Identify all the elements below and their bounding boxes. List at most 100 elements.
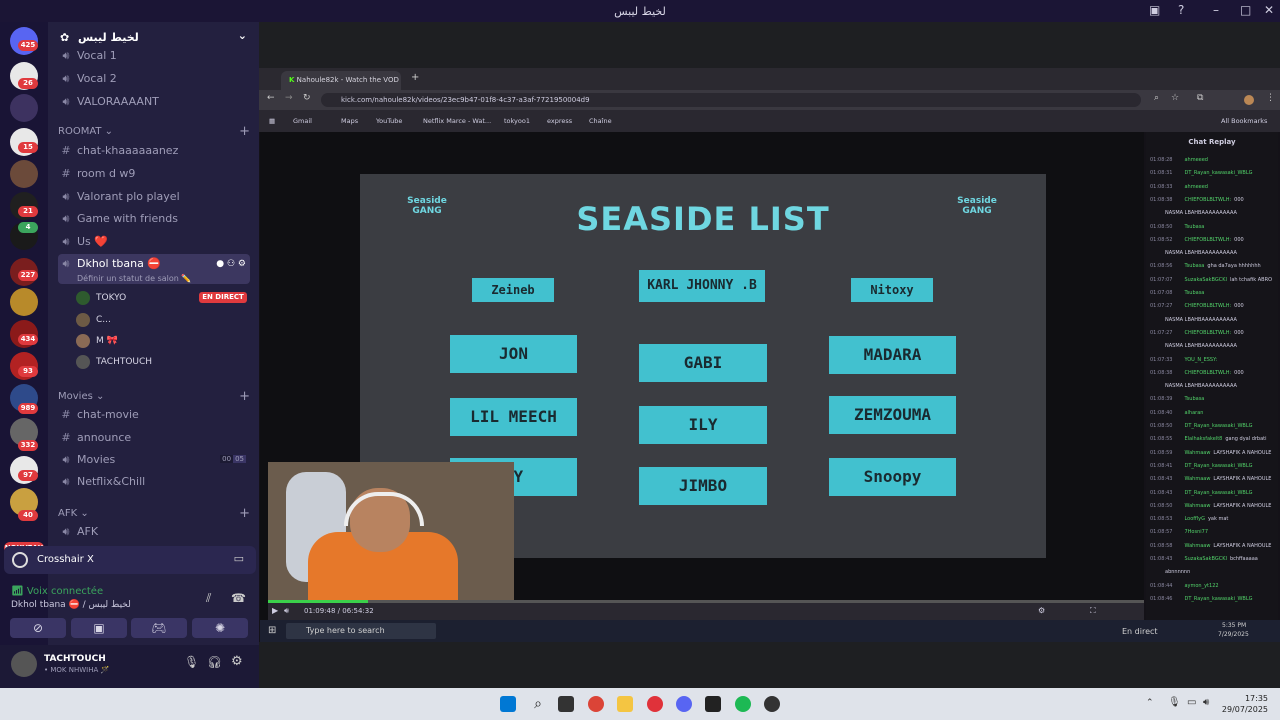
- close-icon[interactable]: ✕: [1264, 3, 1274, 17]
- search-icon[interactable]: ⌕: [1154, 93, 1159, 103]
- add-member-icon[interactable]: ⚇: [227, 259, 235, 269]
- chat-user[interactable]: DT_Rayan_kawasaki_WBLG: [1184, 596, 1252, 602]
- bookmark-gmail[interactable]: Gmail: [293, 117, 312, 125]
- camera-button[interactable]: ⊘: [10, 618, 66, 638]
- add-channel-icon[interactable]: +: [239, 506, 250, 521]
- activity-panel[interactable]: Crosshair X ▭: [4, 546, 256, 574]
- voice-channel[interactable]: 🔊︎ VALORAAAANT: [58, 92, 250, 112]
- bookmark-maps[interactable]: Maps: [341, 117, 358, 125]
- voice-channel[interactable]: 🔊︎ Netflix&Chill: [58, 472, 250, 492]
- bookmark-express[interactable]: express: [547, 117, 572, 125]
- valorant-icon[interactable]: [647, 696, 663, 712]
- browser-tab[interactable]: K Nahoule82k - Watch the VOD : ✕: [281, 71, 401, 103]
- play-icon[interactable]: ▶: [272, 606, 278, 615]
- voice-channel[interactable]: 🔊︎ Vocal 1: [58, 46, 250, 66]
- capcut-icon[interactable]: [705, 696, 721, 712]
- voice-channel[interactable]: 🔊︎ Us ❤️: [58, 232, 250, 252]
- gear-icon[interactable]: ⚙: [231, 654, 243, 669]
- server-icon[interactable]: [10, 160, 38, 188]
- chat-user[interactable]: CHIEFOBLBLTWLH:: [1184, 330, 1231, 336]
- voice-member[interactable]: C...: [76, 311, 252, 329]
- chat-user[interactable]: Tsubasa: [1184, 263, 1204, 269]
- text-channel[interactable]: # chat-khaaaaaanez: [58, 141, 250, 161]
- url-input[interactable]: kick.com/nahoule82k/videos/23ec9b47-01f8…: [321, 93, 1141, 107]
- seek-bar[interactable]: [268, 600, 1144, 603]
- chat-user[interactable]: aymon_yt122: [1184, 583, 1218, 589]
- help-icon[interactable]: ?: [1178, 3, 1184, 17]
- chat-user[interactable]: LoofflyG: [1184, 516, 1204, 522]
- windows-start-icon[interactable]: [500, 696, 516, 712]
- microphone-icon[interactable]: 🎙︎: [184, 655, 199, 669]
- forward-icon[interactable]: →: [285, 93, 293, 103]
- chat-user[interactable]: DT_Rayan_kawasaki_WBLG: [1184, 463, 1252, 469]
- profile-icon[interactable]: [1244, 95, 1254, 105]
- back-icon[interactable]: ←: [267, 93, 275, 103]
- chrome-icon[interactable]: [588, 696, 604, 712]
- text-channel[interactable]: # announce: [58, 428, 250, 448]
- chat-user[interactable]: SuzakaSakBGCKI: [1184, 556, 1227, 562]
- chat-user[interactable]: Wahmaaw: [1184, 543, 1210, 549]
- chat-icon[interactable]: ●: [216, 259, 224, 269]
- category-afk[interactable]: AFK ⌄ +: [58, 506, 250, 521]
- chat-user[interactable]: Tsubasa: [1184, 224, 1204, 230]
- text-channel[interactable]: # chat-movie: [58, 405, 250, 425]
- disconnect-icon[interactable]: ☎: [231, 591, 246, 605]
- minimize-icon[interactable]: –: [1213, 3, 1219, 17]
- chat-user[interactable]: Wahmaaw: [1184, 450, 1210, 456]
- voice-channel[interactable]: 🔊︎ Vocal 2: [58, 69, 250, 89]
- chat-user[interactable]: CHIEFOBLBLTWLH:: [1184, 197, 1231, 203]
- chat-user[interactable]: ahmeeed: [1184, 184, 1208, 190]
- voice-channel[interactable]: 🔊︎ AFK: [58, 522, 250, 542]
- server-icon[interactable]: [10, 288, 38, 316]
- bookmark-tokyoo1[interactable]: tokyoo1: [504, 117, 530, 125]
- all-bookmarks[interactable]: All Bookmarks: [1221, 117, 1267, 125]
- apps-icon[interactable]: ▦: [269, 117, 275, 125]
- chat-user[interactable]: CHIEFOBLBLTWLH:: [1184, 237, 1231, 243]
- volume-icon[interactable]: 🔊︎: [1203, 697, 1209, 708]
- chat-user[interactable]: Elalhaksfakelt8: [1184, 436, 1222, 442]
- gear-icon[interactable]: ⚙: [238, 259, 246, 269]
- chat-user[interactable]: CHIEFOBLBLTWLH:: [1184, 370, 1231, 376]
- chat-user[interactable]: Wahmaaw: [1184, 476, 1210, 482]
- category-movies[interactable]: Movies ⌄ +: [58, 389, 250, 404]
- tray-chevron-icon[interactable]: ⌃: [1146, 698, 1154, 708]
- task-view-icon[interactable]: [558, 696, 574, 712]
- text-channel[interactable]: # room d w9: [58, 164, 250, 184]
- menu-icon[interactable]: ⋮: [1266, 93, 1275, 103]
- chat-user[interactable]: SuzakaSakBGCKI: [1184, 277, 1227, 283]
- chat-user[interactable]: Wahmaaw: [1184, 503, 1210, 509]
- microphone-icon[interactable]: 🎙︎: [1168, 697, 1181, 708]
- voice-member[interactable]: TACHTOUCH: [76, 353, 252, 371]
- fullscreen-icon[interactable]: ⛶: [1090, 606, 1096, 616]
- search-icon[interactable]: ⌕: [530, 696, 546, 712]
- file-explorer-icon[interactable]: [617, 696, 633, 712]
- volume-icon[interactable]: 🔊︎: [284, 606, 289, 616]
- bookmark-netflix[interactable]: Netflix Marce - Wat...: [423, 117, 491, 125]
- chat-user[interactable]: Tsubasa: [1184, 396, 1204, 402]
- chat-user[interactable]: alharan: [1184, 410, 1203, 416]
- discord-icon[interactable]: [676, 696, 692, 712]
- chat-user[interactable]: DT_Rayan_kawasaki_WBLG: [1184, 170, 1252, 176]
- chat-user[interactable]: YOU_N_ESSY:: [1184, 357, 1217, 363]
- server-icon[interactable]: [10, 94, 38, 122]
- screen-share-icon[interactable]: ▭: [234, 552, 244, 565]
- category-roomat[interactable]: ROOMAT ⌄ +: [58, 124, 250, 139]
- bookmark-youtube[interactable]: YouTube: [376, 117, 402, 125]
- inbox-icon[interactable]: ▣: [1149, 3, 1160, 17]
- voice-channel-name[interactable]: Dkhol tbana ⛔ / لخيط ليبس: [11, 600, 131, 610]
- spotify-icon[interactable]: [735, 696, 751, 712]
- noise-suppression-icon[interactable]: ⫽: [206, 591, 211, 606]
- obs-icon[interactable]: [764, 696, 780, 712]
- add-channel-icon[interactable]: +: [239, 389, 250, 404]
- new-tab-icon[interactable]: +: [411, 72, 419, 83]
- chat-user[interactable]: CHIEFOBLBLTWLH:: [1184, 303, 1231, 309]
- star-icon[interactable]: ☆: [1171, 93, 1179, 103]
- voice-member[interactable]: M 🎀: [76, 332, 252, 350]
- chat-user[interactable]: Tsubasa: [1184, 290, 1204, 296]
- headphones-icon[interactable]: 🎧︎: [207, 655, 222, 669]
- chat-user[interactable]: 7Hosni77: [1184, 529, 1208, 535]
- extensions-icon[interactable]: ⧉: [1197, 93, 1203, 103]
- chat-user[interactable]: DT_Rayan_kawasaki_WBLG: [1184, 423, 1252, 429]
- chat-user[interactable]: DT_Rayan_kawasaki_WBLG: [1184, 490, 1252, 496]
- taskbar-clock[interactable]: 17:35 29/07/2025: [1222, 693, 1268, 715]
